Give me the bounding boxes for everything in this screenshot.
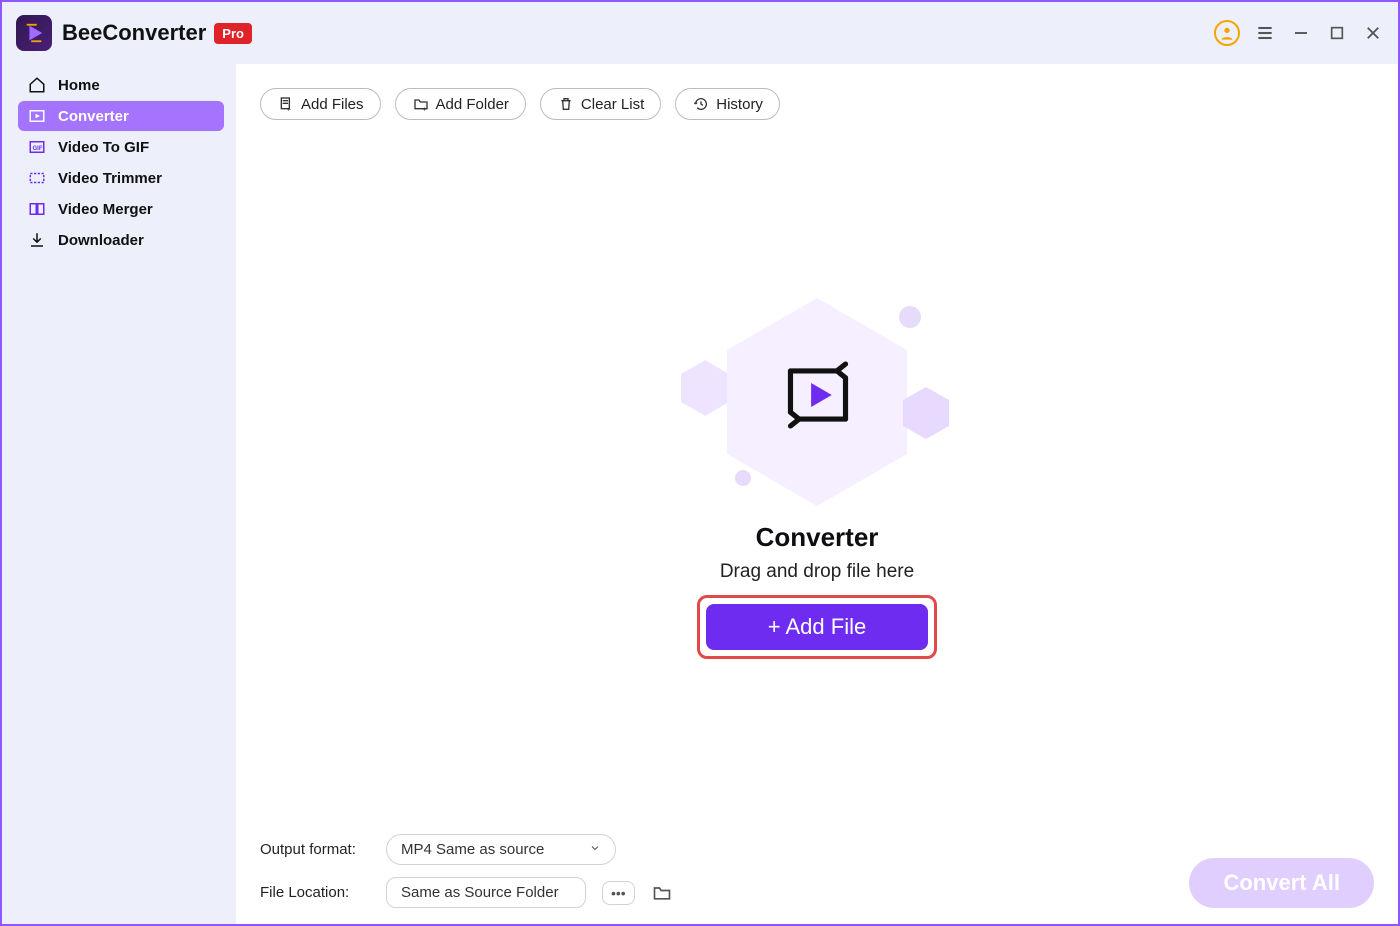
add-folder-button[interactable]: + Add Folder [395, 88, 526, 120]
title-bar: BeeConverter Pro [2, 2, 1398, 64]
sidebar-item-label: Video Trimmer [58, 170, 162, 187]
highlight-annotation: + Add File [697, 595, 937, 659]
convert-all-button[interactable]: Convert All [1189, 858, 1374, 908]
app-logo [16, 15, 52, 51]
menu-icon[interactable] [1254, 22, 1276, 44]
add-files-button[interactable]: + Add Files [260, 88, 381, 120]
sidebar-item-label: Video To GIF [58, 139, 149, 156]
toolbar-label: History [716, 96, 763, 113]
sidebar-item-video-trimmer[interactable]: Video Trimmer [18, 163, 224, 193]
gif-icon: GIF [28, 138, 46, 156]
sidebar-item-video-merger[interactable]: Video Merger [18, 194, 224, 224]
toolbar-label: Add Folder [436, 96, 509, 113]
merger-icon [28, 200, 46, 218]
drop-subtitle: Drag and drop file here [720, 561, 914, 583]
sidebar-item-video-to-gif[interactable]: GIF Video To GIF [18, 132, 224, 162]
output-format-select[interactable]: MP4 Same as source [386, 834, 616, 865]
maximize-icon[interactable] [1326, 22, 1348, 44]
sidebar-item-label: Home [58, 77, 100, 94]
file-location-label: File Location: [260, 884, 370, 901]
converter-icon [28, 107, 46, 125]
toolbar-label: Clear List [581, 96, 644, 113]
output-format-value: MP4 Same as source [401, 841, 544, 858]
sidebar-item-label: Video Merger [58, 201, 153, 218]
drop-zone[interactable]: Converter Drag and drop file here + Add … [236, 128, 1398, 822]
svg-text:+: + [287, 104, 291, 112]
output-format-label: Output format: [260, 841, 370, 858]
sidebar-item-label: Converter [58, 108, 129, 125]
close-icon[interactable] [1362, 22, 1384, 44]
history-icon [692, 95, 710, 113]
svg-text:+: + [422, 104, 426, 112]
sidebar: Home Converter GIF Video To GIF Video Tr… [2, 64, 236, 924]
convert-play-icon [775, 352, 861, 443]
drop-illustration [677, 292, 957, 512]
trimmer-icon [28, 169, 46, 187]
trash-icon [557, 95, 575, 113]
chevron-down-icon [589, 841, 601, 858]
download-icon [28, 231, 46, 249]
sidebar-item-label: Downloader [58, 232, 144, 249]
toolbar-label: Add Files [301, 96, 364, 113]
sidebar-item-converter[interactable]: Converter [18, 101, 224, 131]
minimize-icon[interactable] [1290, 22, 1312, 44]
more-options-button[interactable]: ••• [602, 881, 635, 905]
clear-list-button[interactable]: Clear List [540, 88, 661, 120]
drop-title: Converter [756, 522, 879, 553]
account-icon[interactable] [1214, 20, 1240, 46]
app-title: BeeConverter [62, 20, 206, 46]
add-folder-icon: + [412, 95, 430, 113]
file-location-input[interactable]: Same as Source Folder [386, 877, 586, 908]
toolbar: + Add Files + Add Folder Clear List Hist… [236, 64, 1398, 128]
add-file-icon: + [277, 95, 295, 113]
history-button[interactable]: History [675, 88, 780, 120]
sidebar-item-home[interactable]: Home [18, 70, 224, 100]
sidebar-item-downloader[interactable]: Downloader [18, 225, 224, 255]
home-icon [28, 76, 46, 94]
bottom-bar: Output format: MP4 Same as source File L… [236, 822, 1398, 924]
add-file-button[interactable]: + Add File [706, 604, 928, 650]
content-area: + Add Files + Add Folder Clear List Hist… [236, 64, 1398, 924]
svg-text:GIF: GIF [33, 146, 43, 152]
file-location-value: Same as Source Folder [401, 884, 559, 901]
pro-badge: Pro [214, 23, 252, 44]
browse-folder-button[interactable] [651, 882, 673, 904]
